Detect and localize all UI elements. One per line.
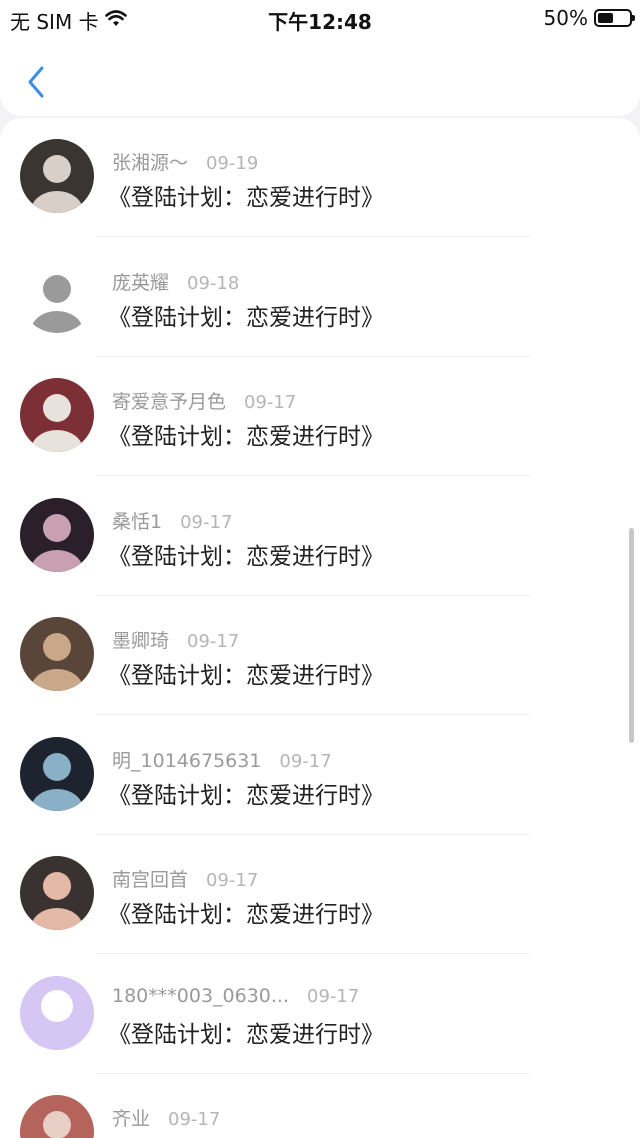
item-date: 09-17 xyxy=(187,631,240,652)
avatar[interactable] xyxy=(20,497,94,572)
avatar[interactable] xyxy=(20,1095,94,1138)
list-item[interactable]: 桑恬1 09-17 《登陆计划：恋爱进行时》 xyxy=(0,477,640,596)
item-meta: 庞英耀 09-18 xyxy=(112,268,239,295)
avatar[interactable] xyxy=(20,139,94,213)
battery-percent: 50% xyxy=(543,6,588,30)
item-title: 《登陆计划：恋爱进行时》 xyxy=(108,1134,384,1138)
item-meta: 180***003_0630... 09-17 xyxy=(112,985,359,1007)
avatar[interactable] xyxy=(20,258,94,333)
status-bar: 无 SIM 卡 下午12:48 50% xyxy=(0,0,640,36)
item-date: 09-17 xyxy=(206,870,259,891)
list-item[interactable]: 张湘源～ 09-19 《登陆计划：恋爱进行时》 xyxy=(0,118,640,237)
user-name: 寄爱意予月色 xyxy=(112,391,227,413)
item-date: 09-19 xyxy=(206,153,259,174)
avatar[interactable] xyxy=(20,378,94,452)
list-item[interactable]: 南宫回首 09-17 《登陆计划：恋爱进行时》 xyxy=(0,835,640,954)
avatar[interactable] xyxy=(20,975,94,1050)
user-name: 南宫回首 xyxy=(112,869,189,891)
user-name: 张湘源～ xyxy=(112,152,189,174)
item-meta: 墨卿琦 09-17 xyxy=(112,626,239,653)
item-meta: 寄爱意予月色 09-17 xyxy=(112,387,296,414)
list-item[interactable]: 庞英耀 09-18 《登陆计划：恋爱进行时》 xyxy=(0,238,640,357)
item-title: 《登陆计划：恋爱进行时》 xyxy=(108,902,384,928)
list-item[interactable]: 明_1014675631 09-17 《登陆计划：恋爱进行时》 xyxy=(0,716,640,835)
back-button[interactable] xyxy=(18,60,54,104)
battery-icon xyxy=(594,9,635,27)
item-title: 《登陆计划：恋爱进行时》 xyxy=(108,1021,384,1048)
status-right: 50% xyxy=(543,6,635,30)
item-meta: 南宫回首 09-17 xyxy=(112,865,258,892)
user-name: 墨卿琦 xyxy=(112,630,170,652)
list-item[interactable]: 墨卿琦 09-17 《登陆计划：恋爱进行时》 xyxy=(0,596,640,715)
user-name: 180***003_0630... xyxy=(112,984,290,1007)
item-title: 《登陆计划：恋爱进行时》 xyxy=(108,424,384,450)
item-title: 《登陆计划：恋爱进行时》 xyxy=(108,782,384,809)
item-meta: 张湘源～ 09-19 xyxy=(112,148,258,175)
nav-header: 无 SIM 卡 下午12:48 50% xyxy=(0,0,640,116)
user-name: 明_1014675631 xyxy=(112,749,262,772)
avatar[interactable] xyxy=(20,617,94,691)
avatar[interactable] xyxy=(20,856,94,930)
item-title: 《登陆计划：恋爱进行时》 xyxy=(108,543,384,570)
user-name: 桑恬1 xyxy=(112,510,163,533)
avatar[interactable] xyxy=(20,736,94,811)
item-title: 《登陆计划：恋爱进行时》 xyxy=(108,185,384,211)
item-date: 09-18 xyxy=(187,272,240,294)
list-item[interactable]: 齐业 09-17 《登陆计划：恋爱进行时》 xyxy=(0,1074,640,1138)
user-list: 张湘源～ 09-19 《登陆计划：恋爱进行时》 庞英耀 09-18 《登陆计划：恋爱… xyxy=(0,118,640,1138)
item-meta: 桑恬1 09-17 xyxy=(112,507,232,534)
item-title: 《登陆计划：恋爱进行时》 xyxy=(108,304,384,331)
user-name: 齐业 xyxy=(112,1108,151,1130)
item-date: 09-17 xyxy=(168,1109,221,1130)
item-title: 《登陆计划：恋爱进行时》 xyxy=(108,663,384,689)
item-date: 09-17 xyxy=(279,750,332,772)
item-date: 09-17 xyxy=(180,511,233,533)
list-item[interactable]: 180***003_0630... 09-17 《登陆计划：恋爱进行时》 xyxy=(0,955,640,1074)
user-name: 庞英耀 xyxy=(112,271,170,294)
chevron-left-icon xyxy=(28,66,44,98)
list-item[interactable]: 寄爱意予月色 09-17 《登陆计划：恋爱进行时》 xyxy=(0,357,640,476)
item-date: 09-17 xyxy=(244,392,297,413)
item-date: 09-17 xyxy=(307,985,360,1007)
item-meta: 齐业 09-17 xyxy=(112,1104,220,1131)
item-meta: 明_1014675631 09-17 xyxy=(112,746,332,773)
